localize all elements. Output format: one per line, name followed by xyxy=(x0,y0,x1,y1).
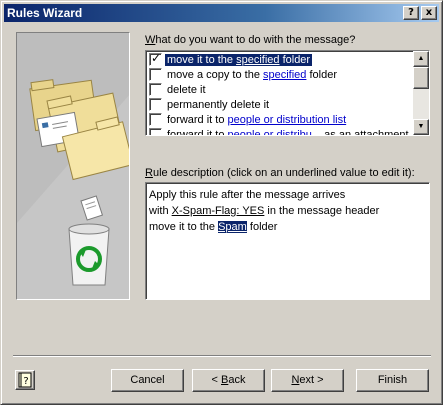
help-book-icon: ? xyxy=(18,372,32,388)
check-icon: ✓ xyxy=(151,50,162,65)
description-line-1: Apply this rule after the message arrive… xyxy=(149,189,346,201)
description-line-2: with X-Spam-Flag: YES in the message hea… xyxy=(149,205,380,217)
action-list-item[interactable]: forward it to people or distribu... as a… xyxy=(148,127,414,135)
action-link[interactable]: people or distribution list xyxy=(228,114,347,126)
action-list-item[interactable]: ✓ move it to the specified folder xyxy=(148,50,414,68)
action-checkbox[interactable] xyxy=(149,127,162,135)
action-checkbox[interactable] xyxy=(149,82,162,96)
spam-folder-link[interactable]: Spam xyxy=(218,221,247,233)
spam-flag-link[interactable]: X-Spam-Flag: YES xyxy=(172,205,265,217)
close-button[interactable]: x xyxy=(421,6,437,20)
actions-scrollbar[interactable]: ▲ ▼ xyxy=(413,51,429,135)
action-list-item[interactable]: forward it to people or distribution lis… xyxy=(148,112,414,128)
scroll-down-button[interactable]: ▼ xyxy=(413,119,429,135)
action-link[interactable]: people or distribu... xyxy=(228,129,322,135)
action-checkbox[interactable] xyxy=(149,67,162,81)
action-text: forward it to people or distribu... as a… xyxy=(165,129,411,135)
action-list-item[interactable]: permanently delete it xyxy=(148,97,414,113)
back-button[interactable]: < Back xyxy=(192,369,265,392)
help-button[interactable]: ? xyxy=(15,370,35,390)
action-checkbox[interactable] xyxy=(149,112,162,126)
close-icon: x xyxy=(425,7,433,18)
scroll-thumb[interactable] xyxy=(413,67,429,89)
action-text: delete it xyxy=(167,84,206,96)
action-text: forward it to people or distribution lis… xyxy=(167,114,347,126)
action-list-item[interactable]: delete it xyxy=(148,82,414,98)
action-link[interactable]: specified xyxy=(236,54,279,66)
separator xyxy=(13,355,431,357)
svg-text:?: ? xyxy=(23,376,28,387)
description-label: Rule description (click on an underlined… xyxy=(145,167,415,179)
arrow-down-icon: ▼ xyxy=(417,123,425,130)
folders-and-recycle-bin-icon xyxy=(17,33,129,286)
rules-wizard-window: Rules Wizard ? x What do you want to do … xyxy=(0,0,443,405)
help-title-button[interactable]: ? xyxy=(403,6,419,20)
wizard-illustration xyxy=(16,32,130,300)
action-link[interactable]: specified xyxy=(263,69,306,81)
action-list-item[interactable]: move a copy to the specified folder xyxy=(148,67,414,83)
cancel-button[interactable]: Cancel xyxy=(111,369,184,392)
action-text: move a copy to the specified folder xyxy=(167,69,337,81)
action-checkbox[interactable]: ✓ xyxy=(149,50,162,66)
action-text: move it to the specified folder xyxy=(165,54,313,66)
window-title: Rules Wizard xyxy=(7,6,83,20)
rule-description-box[interactable]: Apply this rule after the message arrive… xyxy=(145,182,430,300)
action-text: permanently delete it xyxy=(167,99,270,111)
description-line-3: move it to the Spam folder xyxy=(149,221,278,233)
actions-label: What do you want to do with the message? xyxy=(145,34,356,46)
actions-listbox[interactable]: ✓ move it to the specified folder move a c… xyxy=(145,50,430,136)
arrow-up-icon: ▲ xyxy=(417,55,425,62)
next-button[interactable]: Next > xyxy=(271,369,344,392)
action-checkbox[interactable] xyxy=(149,97,162,111)
question-icon: ? xyxy=(408,7,414,18)
scroll-up-button[interactable]: ▲ xyxy=(413,51,429,67)
finish-button[interactable]: Finish xyxy=(356,369,429,392)
title-bar[interactable]: Rules Wizard ? x xyxy=(4,4,439,22)
